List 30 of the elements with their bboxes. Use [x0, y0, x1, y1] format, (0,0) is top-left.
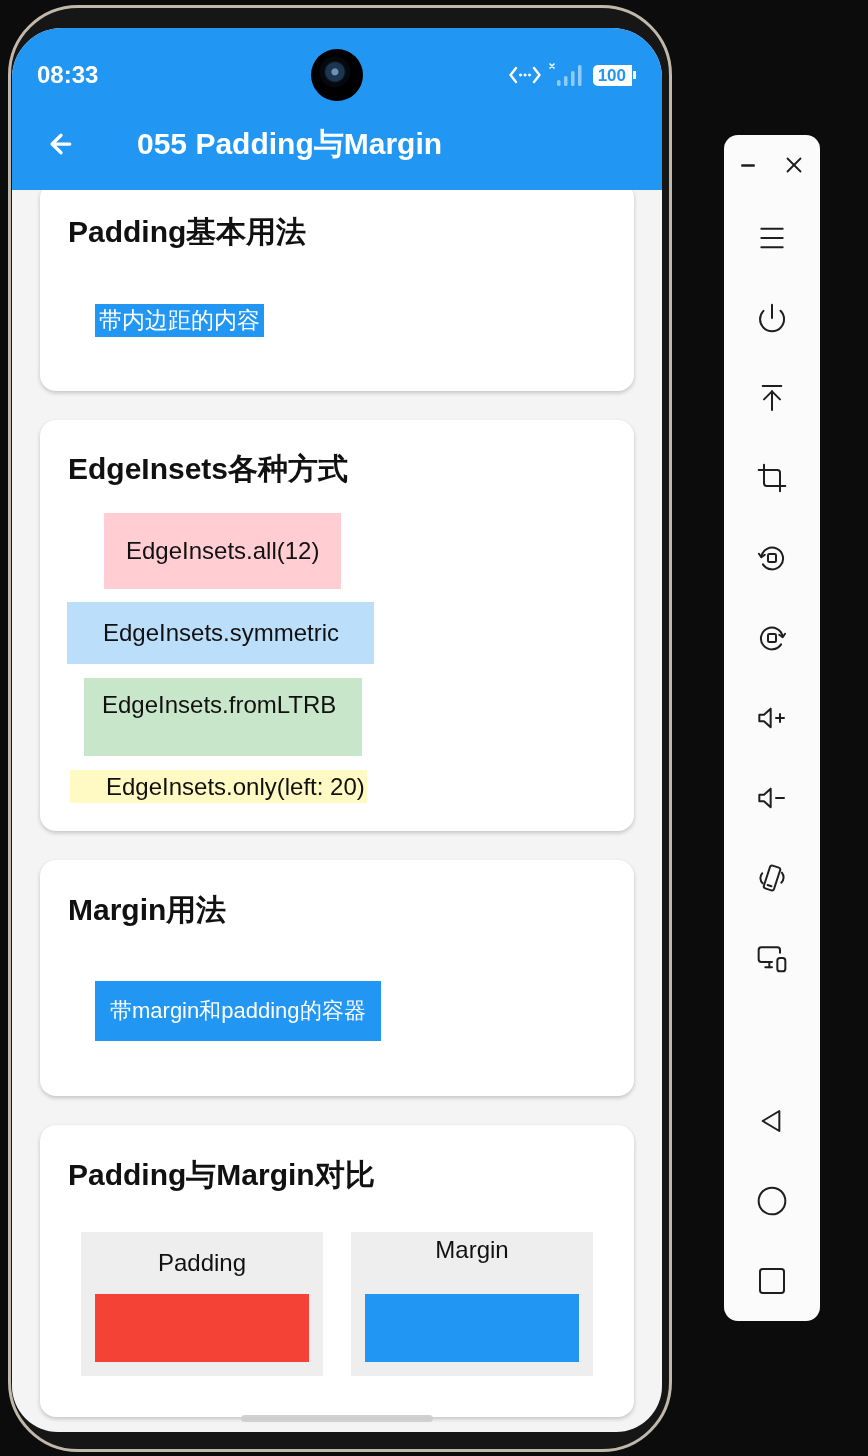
crop-button[interactable] — [756, 462, 788, 494]
inset-sample: EdgeInsets.symmetric — [67, 602, 375, 664]
card-title: Padding与Margin对比 — [68, 1157, 375, 1193]
battery-indicator: 100 — [592, 64, 636, 86]
minimize-button[interactable] — [741, 163, 755, 167]
card-title: Margin用法 — [68, 892, 227, 928]
inset-sample: EdgeInsets.fromLTRB — [84, 678, 363, 756]
inset-sample: EdgeInsets.only(left: 20) — [70, 770, 367, 803]
app-bar-title: 055 Padding与Margin — [137, 127, 443, 161]
camera-icon — [310, 49, 363, 101]
vibrate-button[interactable] — [756, 862, 788, 894]
card-title: EdgeInsets各种方式 — [68, 451, 349, 487]
status-time: 08:33 — [37, 61, 99, 89]
inset-sample: EdgeInsets.all(12) — [104, 513, 342, 589]
padded-label: 带内边距的内容 — [95, 304, 264, 337]
power-icon — [756, 302, 788, 334]
circle-icon — [756, 1185, 788, 1217]
card-title: Padding基本用法 — [68, 214, 307, 250]
panel-label: Margin — [435, 1236, 509, 1264]
minimize-icon — [741, 163, 755, 167]
margin-container: 带margin和padding的容器 — [95, 981, 381, 1041]
panel-label: Padding — [157, 1249, 247, 1277]
power-button[interactable] — [756, 302, 788, 334]
square-icon — [756, 1265, 788, 1297]
chevron-dots-icon — [508, 66, 541, 84]
nav-recents-button[interactable] — [756, 1265, 788, 1297]
crop-icon — [756, 462, 788, 494]
vibrating-phone-icon — [756, 862, 788, 894]
signal-icon — [548, 63, 585, 87]
nav-home-button[interactable] — [756, 1185, 788, 1217]
